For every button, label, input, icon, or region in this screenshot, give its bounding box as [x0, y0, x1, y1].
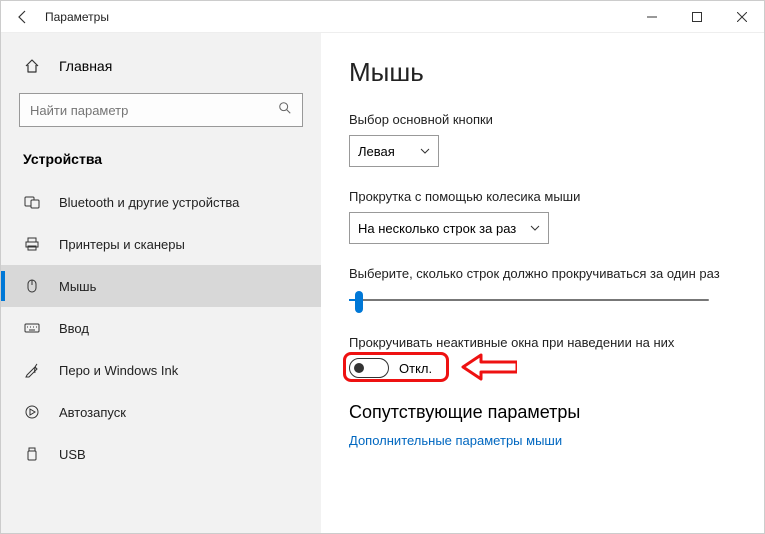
sidebar-item-label: Bluetooth и другие устройства [59, 195, 239, 210]
sidebar-item-label: Мышь [59, 279, 96, 294]
home-label: Главная [59, 58, 112, 74]
lines-label: Выберите, сколько строк должно прокручив… [349, 266, 729, 281]
annotation-arrow [461, 352, 517, 382]
autoplay-icon [23, 403, 41, 421]
scroll-wheel-label: Прокрутка с помощью колесика мыши [349, 189, 736, 204]
keyboard-icon [23, 319, 41, 337]
sidebar-item-mouse[interactable]: Мышь [1, 265, 321, 307]
sidebar-item-label: Перо и Windows Ink [59, 363, 178, 378]
primary-button-select[interactable]: Левая [349, 135, 439, 167]
related-heading: Сопутствующие параметры [349, 402, 736, 423]
sidebar-item-label: Принтеры и сканеры [59, 237, 185, 252]
sidebar-item-bluetooth[interactable]: Bluetooth и другие устройства [1, 181, 321, 223]
mouse-icon [23, 277, 41, 295]
sidebar: Главная Устройства Bluetooth и другие ус… [1, 33, 321, 533]
pen-icon [23, 361, 41, 379]
primary-button-label: Выбор основной кнопки [349, 112, 736, 127]
sidebar-item-usb[interactable]: USB [1, 433, 321, 475]
slider-track [349, 299, 709, 301]
toggle-knob [354, 363, 364, 373]
sidebar-item-printers[interactable]: Принтеры и сканеры [1, 223, 321, 265]
sidebar-item-autoplay[interactable]: Автозапуск [1, 391, 321, 433]
main-panel: Мышь Выбор основной кнопки Левая Прокрут… [321, 33, 764, 533]
usb-icon [23, 445, 41, 463]
search-icon [278, 101, 292, 120]
lines-slider[interactable] [349, 289, 709, 313]
sidebar-item-label: Автозапуск [59, 405, 126, 420]
slider-thumb[interactable] [355, 291, 363, 313]
sidebar-item-label: USB [59, 447, 86, 462]
devices-icon [23, 193, 41, 211]
inactive-scroll-label: Прокручивать неактивные окна при наведен… [349, 335, 736, 350]
printer-icon [23, 235, 41, 253]
select-value: Левая [358, 144, 395, 159]
sidebar-item-label: Ввод [59, 321, 89, 336]
page-title: Мышь [349, 57, 736, 88]
close-button[interactable] [719, 1, 764, 32]
home-button[interactable]: Главная [1, 51, 321, 93]
select-value: На несколько строк за раз [358, 221, 516, 236]
sidebar-item-typing[interactable]: Ввод [1, 307, 321, 349]
toggle-state-label: Откл. [399, 361, 432, 376]
maximize-button[interactable] [674, 1, 719, 32]
back-button[interactable] [1, 1, 45, 32]
minimize-button[interactable] [629, 1, 674, 32]
search-input[interactable] [19, 93, 303, 127]
window-title: Параметры [45, 10, 109, 24]
sidebar-item-pen[interactable]: Перо и Windows Ink [1, 349, 321, 391]
scroll-wheel-select[interactable]: На несколько строк за раз [349, 212, 549, 244]
inactive-scroll-toggle[interactable] [349, 358, 389, 378]
chevron-down-icon [530, 221, 540, 236]
nav-list: Bluetooth и другие устройства Принтеры и… [1, 181, 321, 475]
section-heading: Устройства [1, 145, 321, 181]
related-link[interactable]: Дополнительные параметры мыши [349, 433, 736, 448]
home-icon [23, 57, 41, 75]
chevron-down-icon [420, 144, 430, 159]
search-field[interactable] [30, 103, 278, 118]
